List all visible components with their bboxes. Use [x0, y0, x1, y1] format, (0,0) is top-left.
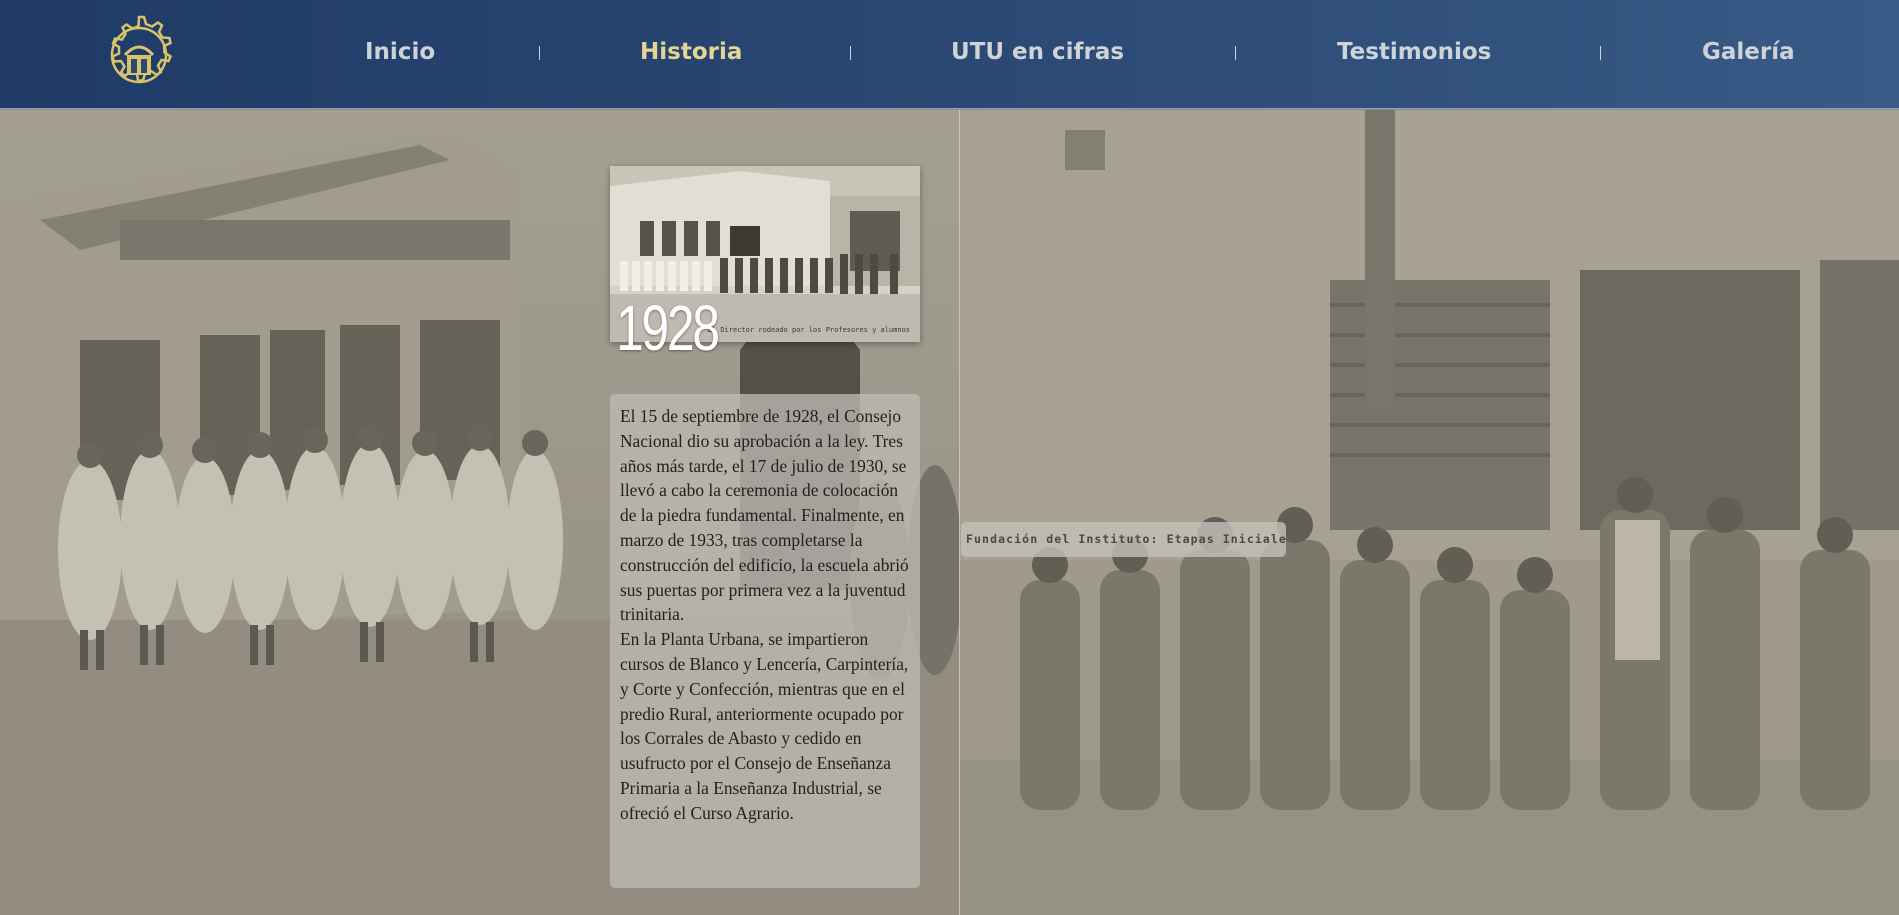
- nav-separator: [850, 46, 851, 60]
- nav-separator: [1235, 46, 1236, 60]
- nav-utu-en-cifras[interactable]: UTU en cifras: [951, 36, 1124, 68]
- school-logo[interactable]: [97, 13, 181, 97]
- history-paragraph-2: En la Planta Urbana, se impartieron curs…: [620, 629, 909, 823]
- nav-testimonios[interactable]: Testimonios: [1337, 36, 1491, 68]
- nav-separator: [539, 46, 540, 60]
- nav-historia[interactable]: Historia: [640, 36, 742, 68]
- gear-logo-icon: [110, 15, 173, 84]
- photo-caption-text: El Director rodeado por los Profesores y…: [708, 326, 910, 334]
- nav-galeria[interactable]: Galería: [1702, 36, 1795, 68]
- history-text-card: El 15 de septiembre de 1928, el Consejo …: [610, 394, 920, 888]
- nav-separator: [1600, 46, 1601, 60]
- site-header: Inicio Historia UTU en cifras Testimonio…: [0, 0, 1899, 109]
- history-paragraph-1: El 15 de septiembre de 1928, el Consejo …: [620, 406, 909, 625]
- year-heading: 1928: [616, 292, 720, 364]
- background-photo-right: [960, 110, 1899, 915]
- section-caption: Fundación del Instituto: Etapas Iniciale…: [961, 522, 1286, 557]
- nav-inicio[interactable]: Inicio: [365, 36, 435, 68]
